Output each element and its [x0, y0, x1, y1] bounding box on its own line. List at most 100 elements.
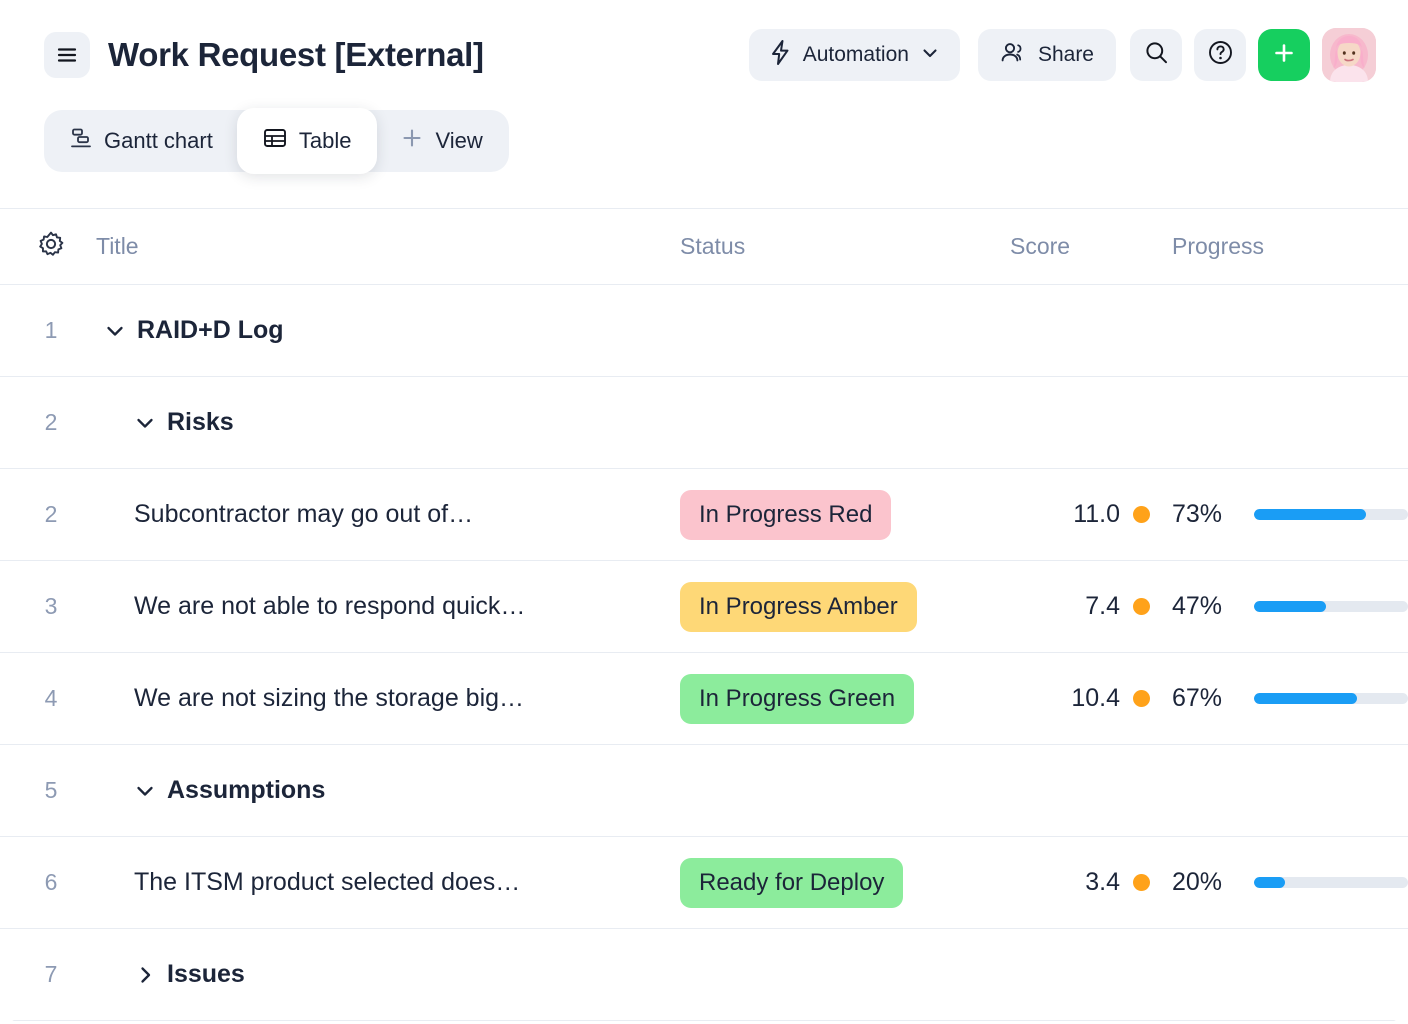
gantt-chart-icon: [70, 127, 92, 155]
automation-button[interactable]: Automation: [748, 29, 960, 81]
status-badge[interactable]: In Progress Green: [680, 673, 915, 724]
plus-icon: [1271, 40, 1297, 71]
column-header-status: Status: [680, 233, 746, 259]
row-title: Subcontractor may go out of…: [134, 500, 474, 528]
row-title-inner: Issues: [96, 960, 245, 989]
status-badge[interactable]: In Progress Amber: [680, 581, 917, 632]
progress-bar[interactable]: [1254, 693, 1408, 704]
chevron-down-icon[interactable]: [104, 320, 126, 342]
table-row[interactable]: 5 Assumptions: [0, 745, 1408, 837]
row-progress-cell[interactable]: 47%: [1150, 592, 1408, 621]
row-title: Risks: [167, 408, 234, 436]
row-title: RAID+D Log: [137, 316, 284, 344]
row-number-cell: 1: [0, 317, 96, 344]
row-title-inner: Assumptions: [96, 776, 325, 805]
add-button[interactable]: [1258, 29, 1310, 81]
share-label: Share: [1037, 43, 1094, 66]
row-status-cell[interactable]: In Progress Green: [680, 673, 1010, 724]
row-number-cell: 5: [0, 777, 96, 804]
table-row[interactable]: 3 We are not able to respond quick… In Pro…: [0, 561, 1408, 653]
row-title-inner: We are not sizing the storage big…: [96, 684, 524, 713]
progress-percent: 20%: [1172, 868, 1223, 896]
data-table: Title Status Score Progress 1 RAID+D Log 2…: [0, 208, 1408, 1021]
search-button[interactable]: [1130, 29, 1182, 81]
top-toolbar: Work Request [External] Automation Share: [0, 0, 1408, 110]
table-row[interactable]: 2 Subcontractor may go out of… In Progress…: [0, 469, 1408, 561]
tab-gantt-chart[interactable]: Gantt chart: [44, 110, 239, 172]
status-badge[interactable]: Ready for Deploy: [680, 857, 904, 908]
row-progress-cell[interactable]: 73%: [1150, 500, 1408, 529]
tab-label: Table: [298, 128, 352, 153]
row-title-inner: The ITSM product selected does…: [96, 868, 520, 897]
row-score-cell[interactable]: 3.4: [1010, 868, 1150, 897]
row-status-cell[interactable]: In Progress Amber: [680, 581, 1010, 632]
row-title-cell[interactable]: Issues: [96, 960, 680, 989]
score-status-dot: [1133, 506, 1150, 523]
table-row[interactable]: 7 Issues: [0, 929, 1408, 1021]
progress-bar-fill: [1254, 601, 1327, 612]
tab-label: Gantt chart: [104, 128, 213, 153]
score-status-dot: [1133, 598, 1150, 615]
plus-icon: [401, 127, 423, 155]
progress-bar-fill: [1254, 693, 1358, 704]
row-progress-cell[interactable]: 67%: [1150, 684, 1408, 713]
row-number: 5: [44, 777, 58, 803]
row-title-cell[interactable]: The ITSM product selected does…: [96, 868, 680, 897]
help-button[interactable]: [1194, 29, 1246, 81]
row-number-cell: 4: [0, 685, 96, 712]
row-score-cell[interactable]: 7.4: [1010, 592, 1150, 621]
row-title: The ITSM product selected does…: [134, 868, 521, 896]
table-header-row: Title Status Score Progress: [0, 209, 1408, 285]
table-row[interactable]: 2 Risks: [0, 377, 1408, 469]
column-header-title-cell[interactable]: Title: [96, 233, 680, 260]
row-title-cell[interactable]: RAID+D Log: [96, 316, 680, 345]
row-title-inner: Risks: [96, 408, 234, 437]
row-title-cell[interactable]: Assumptions: [96, 776, 680, 805]
score-status-dot: [1133, 874, 1150, 891]
table-settings-cell[interactable]: [0, 230, 96, 263]
share-button[interactable]: Share: [977, 29, 1116, 81]
score-value: 10.4: [1071, 684, 1120, 712]
table-row[interactable]: 4 We are not sizing the storage big… In Pr…: [0, 653, 1408, 745]
row-status-cell[interactable]: In Progress Red: [680, 489, 1010, 540]
lightning-bolt-icon: [769, 39, 792, 71]
chevron-down-icon[interactable]: [134, 780, 156, 802]
progress-bar[interactable]: [1254, 509, 1408, 520]
gear-icon[interactable]: [37, 230, 65, 263]
row-number: 3: [44, 593, 58, 619]
tab-table[interactable]: Table: [236, 108, 378, 174]
row-title-cell[interactable]: Risks: [96, 408, 680, 437]
row-score-cell[interactable]: 11.0: [1010, 500, 1150, 529]
progress-bar[interactable]: [1254, 601, 1408, 612]
row-title-inner: RAID+D Log: [96, 316, 284, 345]
tab-add-view[interactable]: View: [375, 110, 508, 172]
chevron-down-icon[interactable]: [134, 412, 156, 434]
row-number: 6: [44, 869, 58, 895]
score-status-dot: [1133, 690, 1150, 707]
row-number-cell: 2: [0, 501, 96, 528]
column-header-title: Title: [96, 233, 139, 259]
status-badge[interactable]: In Progress Red: [680, 489, 892, 540]
avatar[interactable]: [1322, 28, 1376, 82]
row-status-cell[interactable]: Ready for Deploy: [680, 857, 1010, 908]
chevron-right-icon[interactable]: [134, 964, 156, 986]
table-row[interactable]: 1 RAID+D Log: [0, 285, 1408, 377]
progress-bar[interactable]: [1254, 877, 1408, 888]
search-icon: [1144, 40, 1169, 70]
hamburger-icon: [55, 43, 79, 67]
score-value: 7.4: [1085, 592, 1120, 620]
row-title-cell[interactable]: We are not sizing the storage big…: [96, 684, 680, 713]
row-title-cell[interactable]: Subcontractor may go out of…: [96, 500, 680, 529]
row-title-cell[interactable]: We are not able to respond quick…: [96, 592, 680, 621]
row-number: 4: [44, 685, 58, 711]
column-header-status-cell[interactable]: Status: [680, 233, 1010, 260]
score-value: 11.0: [1073, 500, 1120, 528]
page-title: Work Request [External]: [108, 36, 484, 73]
view-tabs-bar: Gantt chart Table View: [0, 108, 1408, 196]
menu-button[interactable]: [44, 32, 90, 78]
column-header-score-cell[interactable]: Score: [1010, 233, 1150, 260]
row-progress-cell[interactable]: 20%: [1150, 868, 1408, 897]
table-row[interactable]: 6 The ITSM product selected does… Ready fo…: [0, 837, 1408, 929]
column-header-progress-cell[interactable]: Progress: [1150, 233, 1408, 260]
row-score-cell[interactable]: 10.4: [1010, 684, 1150, 713]
